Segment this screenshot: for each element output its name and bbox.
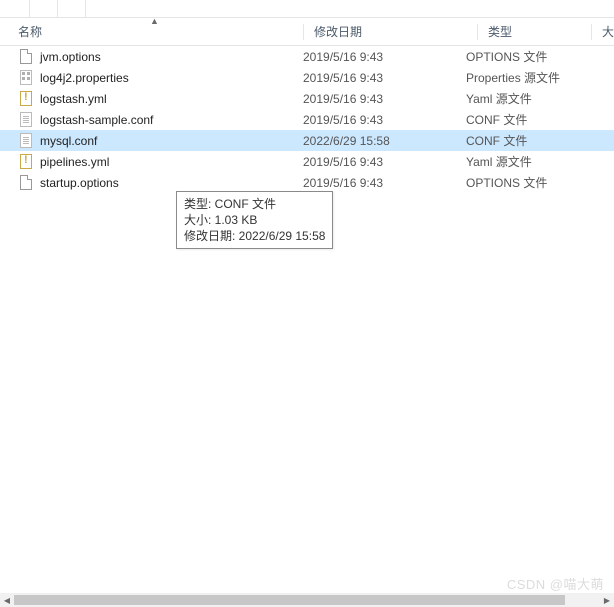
file-name-cell: mysql.conf (18, 133, 303, 149)
file-row[interactable]: mysql.conf 2022/6/29 15:58CONF 文件 (0, 130, 614, 151)
file-name-cell: pipelines.yml (18, 154, 303, 170)
file-tooltip: 类型: CONF 文件 大小: 1.03 KB 修改日期: 2022/6/29 … (176, 191, 333, 249)
file-name: logstash-sample.conf (40, 113, 153, 127)
file-row[interactable]: logstash.yml 2019/5/16 9:43Yaml 源文件 (0, 88, 614, 109)
toolbar-seg[interactable] (30, 0, 58, 17)
file-name-cell: jvm.options (18, 49, 303, 65)
file-icon (18, 70, 34, 86)
column-header-type-label: 类型 (488, 25, 512, 39)
file-icon (18, 112, 34, 128)
file-row[interactable]: logstash-sample.conf 2019/5/16 9:43CONF 文… (0, 109, 614, 130)
watermark: CSDN @喵大萌 (507, 574, 604, 593)
file-date: 2019/5/16 9:43 (303, 50, 466, 64)
file-row[interactable]: jvm.options 2019/5/16 9:43OPTIONS 文件 (0, 46, 614, 67)
tooltip-size: 大小: 1.03 KB (184, 212, 325, 228)
toolbar-stub (0, 0, 614, 18)
file-row[interactable]: pipelines.yml 2019/5/16 9:43Yaml 源文件 (0, 151, 614, 172)
column-header-row: ▲ 名称 修改日期 类型 大 (0, 18, 614, 46)
file-type: CONF 文件 (466, 132, 614, 149)
file-list: jvm.options2019/5/16 9:43OPTIONS 文件log4j… (0, 46, 614, 193)
toolbar-seg[interactable] (58, 0, 86, 17)
file-name: mysql.conf (40, 134, 97, 148)
scroll-left-icon[interactable]: ◀ (0, 593, 14, 607)
file-row[interactable]: startup.options 2019/5/16 9:43OPTIONS 文件 (0, 172, 614, 193)
column-divider[interactable] (477, 24, 478, 40)
column-header-date-label: 修改日期 (314, 25, 362, 39)
column-header-extra-label: 大 (602, 25, 614, 39)
column-divider[interactable] (591, 24, 592, 40)
column-header-date[interactable]: 修改日期 (314, 23, 477, 40)
file-name-cell: logstash-sample.conf (18, 112, 303, 128)
file-type: Properties 源文件 (466, 69, 614, 86)
toolbar-address[interactable] (86, 0, 614, 17)
file-type: OPTIONS 文件 (466, 48, 614, 65)
file-name: jvm.options (40, 50, 101, 64)
scroll-right-icon[interactable]: ▶ (600, 593, 614, 607)
file-date: 2019/5/16 9:43 (303, 92, 466, 106)
file-icon (18, 133, 34, 149)
scrollbar-horizontal[interactable]: ◀ ▶ (0, 593, 614, 607)
column-divider[interactable] (303, 24, 304, 40)
tooltip-type: 类型: CONF 文件 (184, 196, 325, 212)
file-name: pipelines.yml (40, 155, 109, 169)
file-name: log4j2.properties (40, 71, 129, 85)
column-header-type[interactable]: 类型 (488, 23, 591, 40)
file-icon (18, 91, 34, 107)
tooltip-date: 修改日期: 2022/6/29 15:58 (184, 228, 325, 244)
file-date: 2019/5/16 9:43 (303, 71, 466, 85)
scrollbar-track[interactable] (14, 593, 600, 607)
toolbar-seg[interactable] (0, 0, 30, 17)
file-date: 2019/5/16 9:43 (303, 155, 466, 169)
file-icon (18, 49, 34, 65)
file-name-cell: logstash.yml (18, 91, 303, 107)
file-date: 2022/6/29 15:58 (303, 134, 466, 148)
file-date: 2019/5/16 9:43 (303, 176, 466, 190)
file-type: CONF 文件 (466, 111, 614, 128)
scrollbar-thumb[interactable] (14, 595, 565, 605)
file-type: Yaml 源文件 (466, 90, 614, 107)
file-icon (18, 175, 34, 191)
file-name: startup.options (40, 176, 119, 190)
column-header-name[interactable]: 名称 (18, 23, 303, 40)
file-type: OPTIONS 文件 (466, 174, 614, 191)
column-header-extra[interactable]: 大 (602, 23, 614, 40)
file-name-cell: log4j2.properties (18, 70, 303, 86)
file-name-cell: startup.options (18, 175, 303, 191)
file-icon (18, 154, 34, 170)
file-name: logstash.yml (40, 92, 107, 106)
column-header-name-label: 名称 (18, 23, 42, 40)
file-row[interactable]: log4j2.properties 2019/5/16 9:43Propertie… (0, 67, 614, 88)
sort-asc-icon: ▲ (150, 16, 159, 26)
file-date: 2019/5/16 9:43 (303, 113, 466, 127)
file-type: Yaml 源文件 (466, 153, 614, 170)
